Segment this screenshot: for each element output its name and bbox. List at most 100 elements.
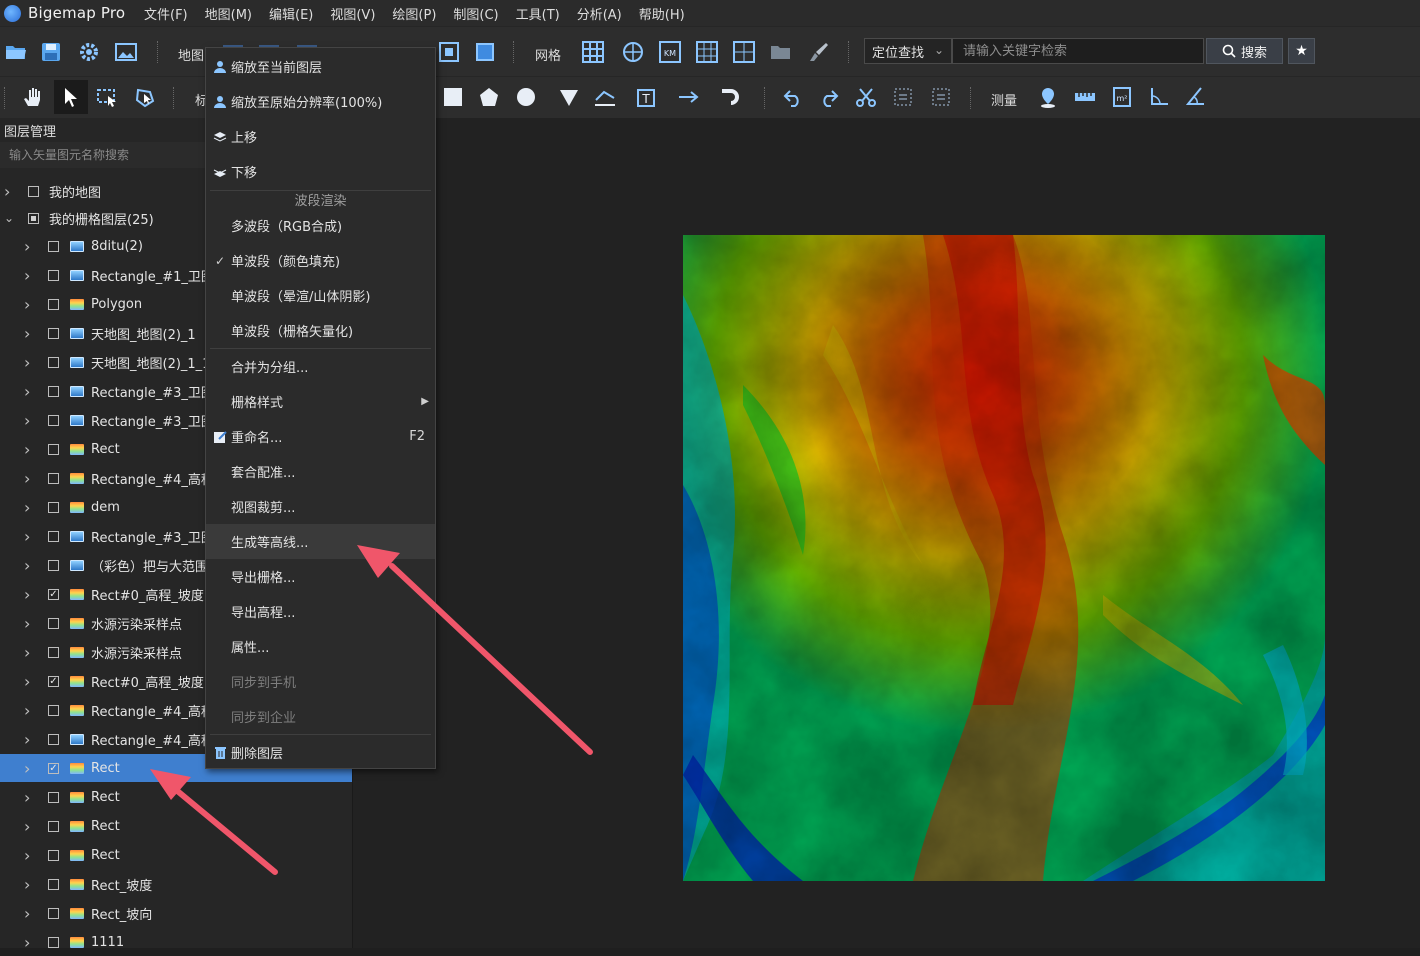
- search-input[interactable]: [952, 38, 1204, 64]
- layer-visibility-checkbox[interactable]: [48, 704, 59, 716]
- layer-visibility-checkbox[interactable]: [48, 472, 59, 484]
- measure-angle-icon[interactable]: [1146, 84, 1172, 110]
- folder-icon[interactable]: [768, 39, 794, 65]
- menu-generate-contour[interactable]: 生成等高线...: [206, 524, 435, 559]
- expand-arrow-icon[interactable]: ›: [24, 817, 30, 836]
- menu-zoom-to-layer[interactable]: 缩放至当前图层: [206, 49, 435, 84]
- select-polygon-icon[interactable]: [132, 84, 158, 110]
- menu-move-down[interactable]: 下移: [206, 154, 435, 189]
- menu-draw[interactable]: 绘图(P): [392, 4, 436, 23]
- menu-singleband-shade[interactable]: 单波段（晕渲/山体阴影): [206, 278, 435, 313]
- expand-arrow-icon[interactable]: ›: [24, 411, 30, 430]
- expand-arrow-icon[interactable]: ›: [24, 614, 30, 633]
- layer-visibility-checkbox[interactable]: [48, 559, 59, 571]
- globe-grid-icon[interactable]: [620, 39, 646, 65]
- save-icon[interactable]: [38, 39, 64, 65]
- menu-sync-phone[interactable]: 同步到手机: [206, 664, 435, 699]
- mgrs-grid-icon[interactable]: [731, 39, 757, 65]
- expand-arrow-icon[interactable]: ›: [24, 585, 30, 604]
- grid-icon[interactable]: [580, 39, 606, 65]
- menu-merge-group[interactable]: 合并为分组...: [206, 349, 435, 384]
- expand-arrow-icon[interactable]: ›: [24, 440, 30, 459]
- menu-export-elevation[interactable]: 导出高程...: [206, 594, 435, 629]
- layer-visibility-checkbox[interactable]: [48, 907, 59, 919]
- expand-arrow-icon[interactable]: ›: [24, 498, 30, 517]
- expand-arrow-icon[interactable]: ›: [24, 788, 30, 807]
- layer-visibility-checkbox[interactable]: ✓: [48, 675, 59, 687]
- draw-polygon-icon[interactable]: [476, 84, 502, 110]
- cut-scissors-icon[interactable]: [853, 84, 879, 110]
- expand-arrow-icon[interactable]: ›: [24, 933, 30, 952]
- menu-properties[interactable]: 属性...: [206, 629, 435, 664]
- draw-sector-icon[interactable]: [556, 84, 582, 110]
- measure-area-icon[interactable]: m²: [1109, 84, 1135, 110]
- expand-arrow-icon[interactable]: ›: [24, 904, 30, 923]
- layer-visibility-checkbox[interactable]: [48, 617, 59, 629]
- open-folder-icon[interactable]: [3, 39, 29, 65]
- layer-visibility-checkbox[interactable]: [48, 269, 59, 281]
- zoom-extent-icon[interactable]: [436, 39, 462, 65]
- menu-view[interactable]: 视图(V): [330, 4, 375, 23]
- search-button[interactable]: 搜索: [1206, 38, 1283, 64]
- expand-arrow-icon[interactable]: ›: [24, 672, 30, 691]
- collapse-arrow-icon[interactable]: ⌄: [4, 211, 14, 225]
- layer-visibility-checkbox[interactable]: [48, 240, 59, 252]
- locate-type-dropdown[interactable]: 定位查找 ⌄: [864, 38, 952, 64]
- menu-analysis[interactable]: 分析(A): [577, 4, 622, 23]
- draw-rectangle-icon[interactable]: [440, 84, 466, 110]
- menu-rename[interactable]: 重命名... F2: [206, 419, 435, 454]
- location-pin-icon[interactable]: [1035, 84, 1061, 110]
- layer-visibility-checkbox[interactable]: ✓: [48, 762, 59, 774]
- utm-grid-icon[interactable]: [694, 39, 720, 65]
- pan-hand-icon[interactable]: [20, 84, 46, 110]
- layer-visibility-checkbox[interactable]: [48, 733, 59, 745]
- menu-file[interactable]: 文件(F): [144, 4, 188, 23]
- expand-arrow-icon[interactable]: ›: [24, 324, 30, 343]
- expand-arrow-icon[interactable]: ›: [24, 237, 30, 256]
- layer-visibility-checkbox[interactable]: [48, 646, 59, 658]
- select-pointer-icon[interactable]: [54, 80, 88, 114]
- layer-visibility-checkbox[interactable]: [28, 185, 39, 197]
- layer-visibility-checkbox[interactable]: [48, 820, 59, 832]
- expand-arrow-icon[interactable]: ›: [4, 182, 10, 201]
- layer-visibility-checkbox[interactable]: [48, 849, 59, 861]
- menu-move-up[interactable]: 上移: [206, 119, 435, 154]
- paste-icon[interactable]: [928, 84, 954, 110]
- settings-gear-icon[interactable]: [76, 39, 102, 65]
- layer-visibility-checkbox[interactable]: [48, 414, 59, 426]
- measure-distance-icon[interactable]: [1072, 84, 1098, 110]
- menu-tools[interactable]: 工具(T): [516, 4, 560, 23]
- expand-arrow-icon[interactable]: ›: [24, 353, 30, 372]
- redo-icon[interactable]: [816, 84, 842, 110]
- layer-row[interactable]: › Rect_坡向: [0, 899, 352, 927]
- draw-text-icon[interactable]: T: [634, 84, 660, 110]
- favorite-button[interactable]: ★: [1288, 38, 1315, 64]
- layer-visibility-checkbox[interactable]: [48, 443, 59, 455]
- draw-circle-icon[interactable]: [513, 84, 539, 110]
- expand-arrow-icon[interactable]: ›: [24, 469, 30, 488]
- layer-row[interactable]: › Rect: [0, 783, 352, 811]
- undo-icon[interactable]: [780, 84, 806, 110]
- expand-arrow-icon[interactable]: ›: [24, 701, 30, 720]
- menu-delete-layer[interactable]: 删除图层: [206, 735, 435, 770]
- expand-arrow-icon[interactable]: ›: [24, 295, 30, 314]
- layer-visibility-checkbox[interactable]: [48, 298, 59, 310]
- expand-arrow-icon[interactable]: ›: [24, 382, 30, 401]
- expand-arrow-icon[interactable]: ›: [24, 643, 30, 662]
- expand-arrow-icon[interactable]: ›: [24, 527, 30, 546]
- menu-view-clip[interactable]: 视图裁剪...: [206, 489, 435, 524]
- layer-visibility-checkbox[interactable]: [48, 385, 59, 397]
- layer-visibility-checkbox[interactable]: [48, 530, 59, 542]
- menu-register[interactable]: 套合配准...: [206, 454, 435, 489]
- menu-edit[interactable]: 编辑(E): [269, 4, 313, 23]
- image-icon[interactable]: [113, 39, 139, 65]
- layer-row[interactable]: › 1111: [0, 928, 352, 956]
- layer-visibility-checkbox[interactable]: [48, 936, 59, 948]
- menu-multiband[interactable]: 多波段（RGB合成): [206, 208, 435, 243]
- menu-cartography[interactable]: 制图(C): [453, 4, 498, 23]
- expand-arrow-icon[interactable]: ›: [24, 556, 30, 575]
- draw-line-icon[interactable]: [592, 84, 618, 110]
- menu-zoom-native[interactable]: 缩放至原始分辨率(100%): [206, 84, 435, 119]
- menu-raster-style[interactable]: 栅格样式 ▶: [206, 384, 435, 419]
- layer-visibility-checkbox[interactable]: [48, 501, 59, 513]
